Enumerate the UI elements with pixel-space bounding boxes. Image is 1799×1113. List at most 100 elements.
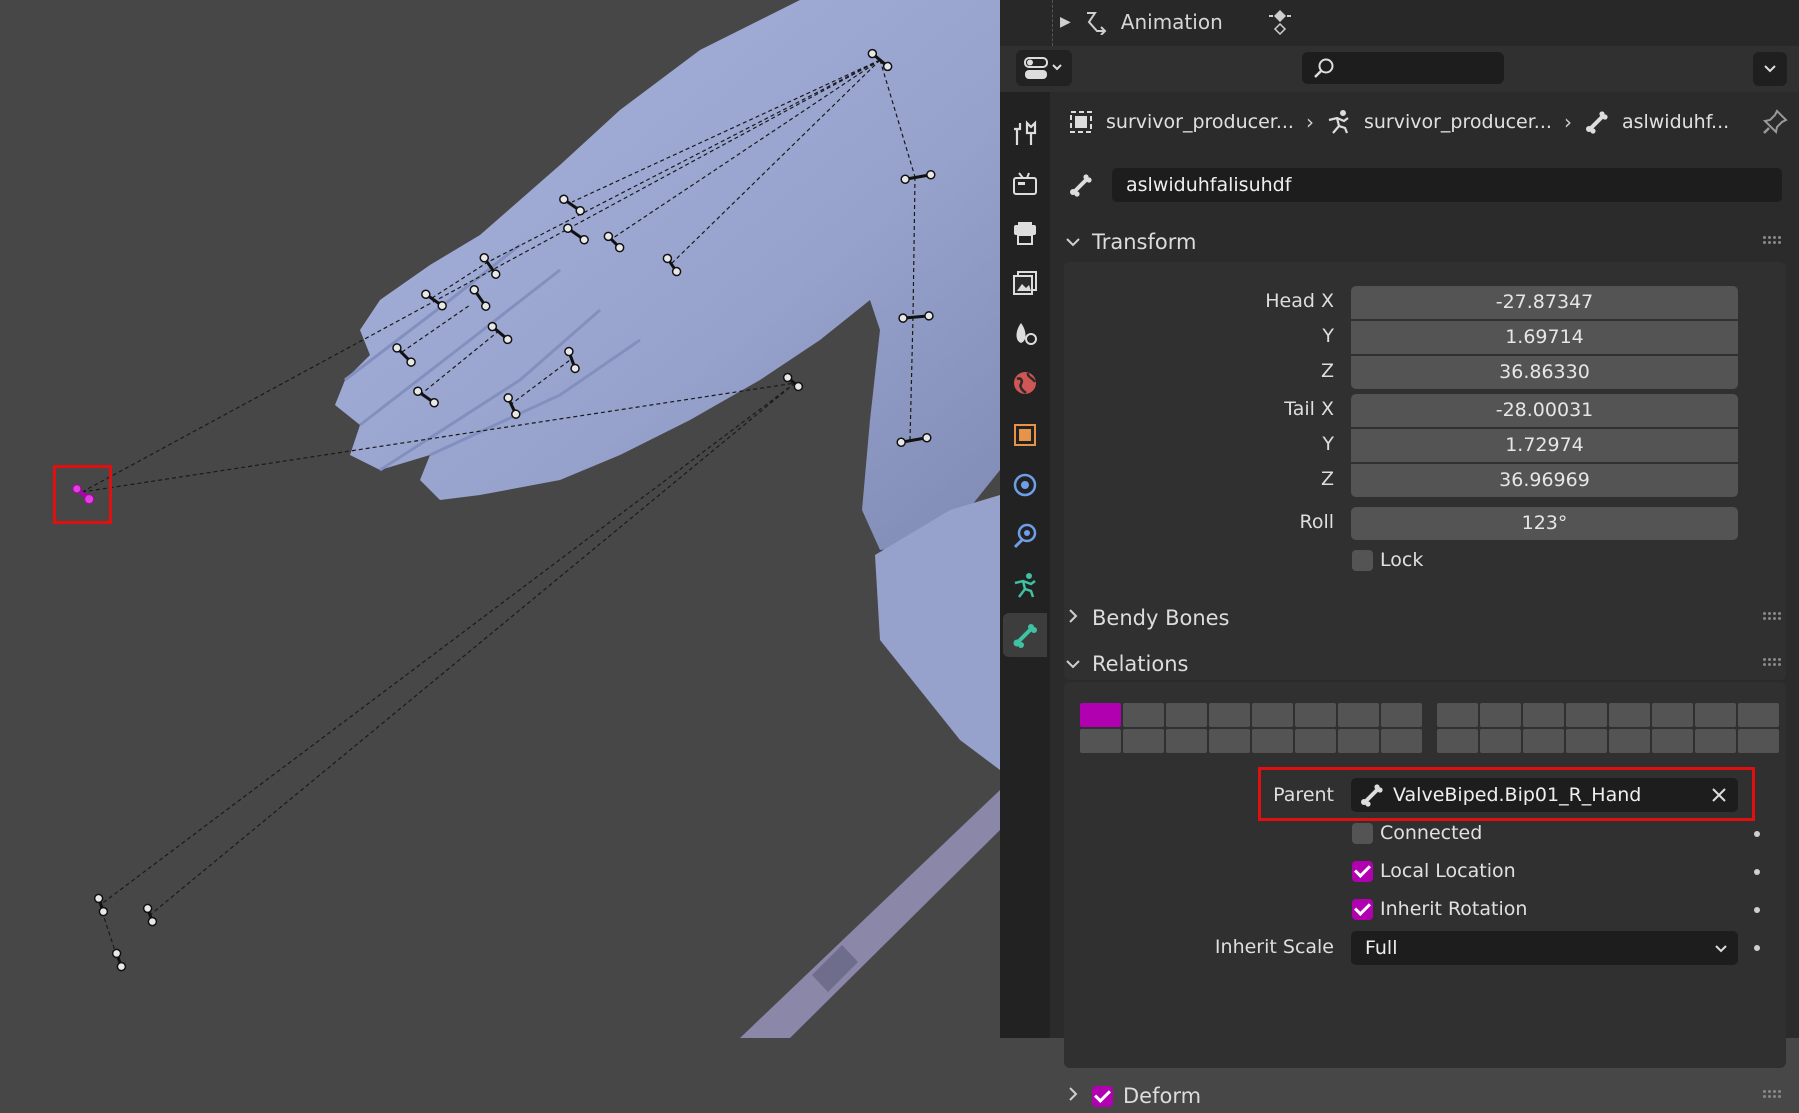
relations-title: Relations [1092,652,1189,676]
keyframe-dot-icon[interactable] [1754,945,1760,951]
layer-toggle[interactable] [1080,703,1121,727]
lock-label: Lock [1380,549,1424,571]
layer-toggle[interactable] [1338,703,1379,727]
outliner-row-animation[interactable]: ▶ Animation [1060,6,1295,38]
tab-view-layer[interactable] [1003,261,1047,305]
connected-checkbox[interactable] [1352,823,1373,844]
header-options-dropdown[interactable] [1753,52,1787,86]
layer-toggle[interactable] [1166,729,1207,753]
properties-search[interactable] [1302,52,1504,84]
bone-name-field[interactable]: aslwiduhfalisuhdf [1112,168,1782,202]
layer-toggle[interactable] [1695,703,1736,727]
3d-viewport[interactable] [0,0,1000,1038]
layer-toggle[interactable] [1209,703,1250,727]
deform-checkbox[interactable] [1092,1085,1113,1107]
layer-toggle[interactable] [1738,729,1779,753]
tab-constraints[interactable] [1003,513,1047,557]
bone-layers-left[interactable] [1080,703,1422,753]
drag-handle-icon[interactable] [1763,612,1785,622]
layer-toggle[interactable] [1295,729,1336,753]
local-location-label: Local Location [1380,860,1516,882]
viewport-scene [72,0,1000,1038]
breadcrumb: survivor_producer... › survivor_producer… [1068,104,1729,140]
drag-handle-icon[interactable] [1763,236,1785,246]
tab-render[interactable] [1003,161,1047,205]
bone-icon [1013,624,1037,648]
layer-toggle[interactable] [1080,729,1121,753]
tail-y-field[interactable]: 1.72974 [1351,429,1738,462]
inherit-scale-dropdown[interactable]: Full [1351,931,1738,965]
head-x-label: Head X [1265,290,1334,312]
lock-checkbox[interactable] [1352,550,1373,571]
layer-toggle[interactable] [1123,729,1164,753]
bendy-bones-panel-header[interactable]: Bendy Bones [1064,601,1230,635]
layer-toggle[interactable] [1609,703,1650,727]
bone [111,948,127,972]
keyframe-dot-icon[interactable] [1754,907,1760,913]
layer-toggle[interactable] [1480,729,1521,753]
tab-scene[interactable] [1003,311,1047,355]
tail-z-label: Z [1320,468,1334,490]
connected-label: Connected [1380,822,1483,844]
layer-toggle[interactable] [1295,703,1336,727]
physics-icon [1013,473,1037,497]
drag-handle-icon[interactable] [1763,1090,1785,1100]
head-z-field[interactable]: 36.86330 [1351,356,1738,389]
head-y-field[interactable]: 1.69714 [1351,321,1738,354]
breadcrumb-object: survivor_producer... [1106,111,1294,133]
roll-field[interactable]: 123° [1351,507,1738,540]
layer-toggle[interactable] [1437,729,1478,753]
bone-layers-right[interactable] [1437,703,1779,753]
layer-toggle[interactable] [1566,729,1607,753]
transform-panel-header[interactable]: Transform [1064,225,1196,259]
tab-output[interactable] [1003,211,1047,255]
layer-toggle[interactable] [1166,703,1207,727]
layer-toggle[interactable] [1252,703,1293,727]
keyframe-dot-icon[interactable] [1754,869,1760,875]
layer-toggle[interactable] [1695,729,1736,753]
layer-toggle[interactable] [1523,729,1564,753]
layer-toggle[interactable] [1437,703,1478,727]
pin-icon[interactable] [1761,108,1789,136]
layer-toggle[interactable] [1738,703,1779,727]
layer-toggle[interactable] [1338,729,1379,753]
breadcrumb-armature: survivor_producer... [1363,111,1552,133]
outliner-strip: ▶ Animation [1000,0,1799,47]
editor-type-button[interactable] [1016,50,1072,86]
bone-properties: survivor_producer... › survivor_producer… [1052,92,1799,1108]
layer-toggle[interactable] [1480,703,1521,727]
chevron-right-icon [1064,1086,1082,1106]
tab-object[interactable] [1003,413,1047,457]
tab-modifiers[interactable] [1003,463,1047,507]
breadcrumb-separator-icon: › [1305,110,1314,134]
inherit-rotation-checkbox[interactable] [1352,899,1373,920]
layer-toggle[interactable] [1609,729,1650,753]
tab-tool[interactable] [1003,111,1047,155]
layer-toggle[interactable] [1209,729,1250,753]
layer-toggle[interactable] [1252,729,1293,753]
tail-z-field[interactable]: 36.96969 [1351,464,1738,497]
constraint-icon [1013,523,1037,549]
tab-armature-data[interactable] [1003,563,1047,607]
layer-toggle[interactable] [1523,703,1564,727]
layer-toggle[interactable] [1652,729,1693,753]
layer-toggle[interactable] [1652,703,1693,727]
outliner-animation-label: Animation [1120,10,1223,34]
head-x-field[interactable]: -27.87347 [1351,286,1738,319]
deform-title: Deform [1123,1084,1202,1108]
bone [782,372,804,392]
transform-title: Transform [1092,230,1197,254]
tail-x-field[interactable]: -28.00031 [1351,394,1738,427]
relations-panel-header[interactable]: Relations [1064,647,1188,681]
expand-arrow-icon[interactable]: ▶ [1060,14,1071,30]
drag-handle-icon[interactable] [1763,658,1785,668]
layer-toggle[interactable] [1566,703,1607,727]
layer-toggle[interactable] [1381,703,1422,727]
keyframe-dot-icon[interactable] [1754,831,1760,837]
tab-bone[interactable] [1003,613,1047,657]
layer-toggle[interactable] [1381,729,1422,753]
tab-world[interactable] [1003,361,1047,405]
layer-toggle[interactable] [1123,703,1164,727]
deform-panel-header[interactable]: Deform [1064,1079,1201,1113]
local-location-checkbox[interactable] [1352,861,1373,882]
